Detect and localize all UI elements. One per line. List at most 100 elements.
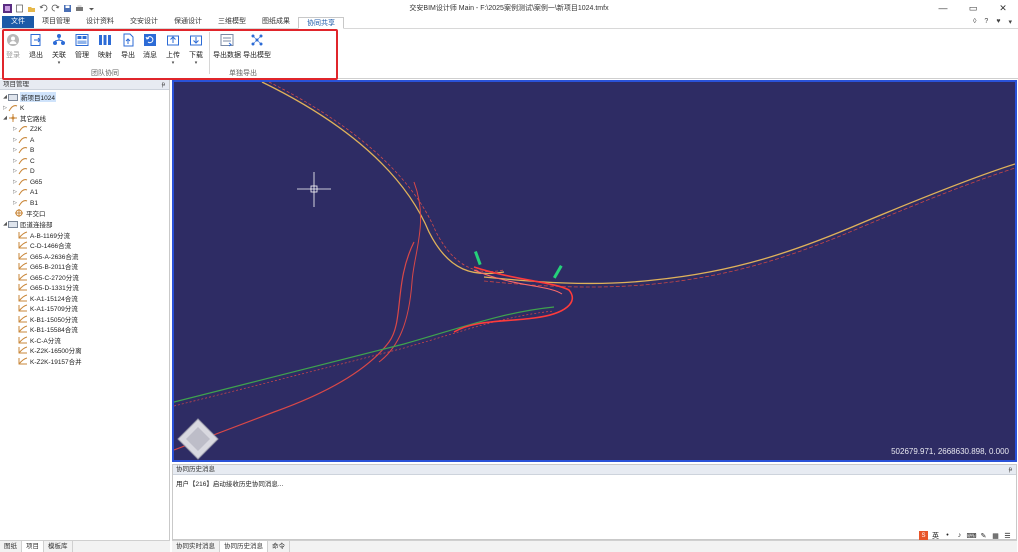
tab-realtime-messages[interactable]: 协同实时消息 bbox=[172, 541, 220, 552]
road-line bbox=[483, 167, 1015, 288]
upload-button[interactable]: 上传 ▾ bbox=[162, 33, 184, 66]
tree-item-ramp[interactable]: G65-A-2636合流 bbox=[18, 251, 78, 261]
skin-icon[interactable]: ✎ bbox=[979, 531, 988, 540]
upload-caret-icon: ▾ bbox=[171, 60, 175, 66]
tab-design-data[interactable]: 设计资料 bbox=[78, 16, 122, 28]
associate-button[interactable]: 关联 ▾ bbox=[48, 33, 70, 66]
tab-template-library[interactable]: 模板库 bbox=[44, 541, 73, 552]
logout-button[interactable]: 退出 bbox=[25, 33, 47, 60]
tree-item-z2k[interactable]: ▷ Z2K bbox=[12, 124, 42, 134]
tab-command[interactable]: 命令 bbox=[268, 541, 290, 552]
tab-history-messages[interactable]: 协同历史消息 bbox=[220, 541, 268, 552]
tree-item-ramp[interactable]: K-A1-15709分流 bbox=[18, 303, 78, 313]
tree-item-label: B1 bbox=[30, 199, 38, 207]
mapping-icon bbox=[99, 35, 111, 45]
export-data-button[interactable]: 导出数据 bbox=[213, 33, 241, 60]
export-model-button[interactable]: 导出模型 bbox=[243, 33, 271, 60]
tree-item-c[interactable]: ▷ C bbox=[12, 156, 35, 166]
tree-item-g65[interactable]: ▷ G65 bbox=[12, 177, 42, 187]
tree-item-ramp[interactable]: K-Z2K-16500分离 bbox=[18, 345, 82, 355]
tree-item-label: K-A1-15709分流 bbox=[30, 306, 78, 313]
pin-icon[interactable]: ᵽ bbox=[1009, 465, 1012, 475]
manage-button[interactable]: 管理 bbox=[71, 33, 93, 60]
tab-collaboration[interactable]: 协同共享 bbox=[298, 17, 344, 29]
project-panel: 项目管理 ᵽ ◢ 新项目1024 ▷ K ◢ 其它路线 ▷ Z2K ▷ A ▷ … bbox=[0, 80, 170, 540]
sogou-ime-icon[interactable]: S bbox=[919, 531, 928, 540]
road-line bbox=[483, 163, 1015, 285]
minimize-button[interactable]: — bbox=[928, 0, 958, 16]
tree-item-ramp[interactable]: K-C-A分流 bbox=[18, 335, 61, 345]
tree-item-ramp[interactable]: K-A1-15124合流 bbox=[18, 293, 78, 303]
model-viewport[interactable]: 502679.971, 2668630.898, 0.000 bbox=[172, 80, 1017, 462]
tree-item-a1[interactable]: ▷ A1 bbox=[12, 187, 38, 197]
tree-item-ramp[interactable]: K-B1-15050分流 bbox=[18, 314, 78, 324]
punctuation-icon[interactable]: • bbox=[943, 531, 952, 540]
road-line bbox=[174, 241, 415, 451]
ribbon-collapse-icon[interactable]: ▾ bbox=[1008, 18, 1012, 26]
download-button[interactable]: 下载 ▾ bbox=[185, 33, 207, 66]
ramp-icon bbox=[18, 262, 28, 270]
tree-item-label: K-Z2K-19157合并 bbox=[30, 359, 82, 366]
route-icon bbox=[18, 158, 28, 165]
intersection-icon bbox=[15, 209, 23, 217]
route-icon bbox=[18, 126, 28, 133]
tree-item-root[interactable]: ◢ 新项目1024 bbox=[2, 92, 56, 102]
message-button[interactable]: 消息 bbox=[139, 33, 161, 60]
tab-traffic-safety-design[interactable]: 交安设计 bbox=[122, 16, 166, 28]
tab-drawing[interactable]: 图纸 bbox=[0, 541, 22, 552]
tree-item-ramp[interactable]: G65-B-2011合流 bbox=[18, 261, 78, 271]
tree-item-other-routes[interactable]: ◢ 其它路线 bbox=[2, 113, 46, 123]
tree-item-ramp-connections[interactable]: ◢ 匝道连接部 bbox=[2, 219, 53, 229]
tree-item-ramp[interactable]: G65-D-1331分流 bbox=[18, 282, 79, 292]
route-icon bbox=[18, 147, 28, 154]
left-panel-tabs: 图纸 项目 模板库 bbox=[0, 540, 170, 552]
close-button[interactable]: ✕ bbox=[988, 0, 1018, 16]
tree-item-k[interactable]: ▷ K bbox=[2, 103, 24, 113]
route-icon bbox=[18, 189, 28, 196]
project-panel-header: 项目管理 ᵽ bbox=[0, 80, 169, 90]
ramp-icon bbox=[18, 231, 28, 239]
style-icon[interactable]: ◊ bbox=[973, 18, 976, 26]
view-cube[interactable] bbox=[177, 418, 219, 460]
tab-file[interactable]: 文件 bbox=[2, 16, 34, 28]
tree-item-b1[interactable]: ▷ B1 bbox=[12, 198, 38, 208]
settings-icon[interactable]: ☰ bbox=[1003, 531, 1012, 540]
tree-item-b[interactable]: ▷ B bbox=[12, 145, 34, 155]
tree-item-ramp[interactable]: C-D-1466合流 bbox=[18, 240, 71, 250]
maximize-button[interactable]: ▭ bbox=[958, 0, 988, 16]
toolbox-icon[interactable]: ▦ bbox=[991, 531, 1000, 540]
tree-item-label: K-B1-15584合流 bbox=[30, 327, 78, 334]
title-bar: 交安BIM设计师 Main - F:\2025案例测试\案例一\新项目1024.… bbox=[0, 0, 1018, 16]
tree-item-ramp[interactable]: K-Z2K-19157合并 bbox=[18, 356, 82, 366]
road-line bbox=[174, 310, 555, 407]
tree-item-intersection[interactable]: 平交口 bbox=[8, 208, 46, 218]
tree-item-ramp[interactable]: G65-C-2720分流 bbox=[18, 272, 79, 282]
keyboard-icon[interactable]: ⌨ bbox=[966, 531, 976, 540]
login-button[interactable]: 登录 bbox=[2, 33, 24, 60]
tab-traffic-maintenance-design[interactable]: 保通设计 bbox=[166, 16, 210, 28]
ramp-icon bbox=[18, 283, 28, 291]
export-data-label: 导出数据 bbox=[213, 52, 241, 59]
tree-item-ramp[interactable]: A-B-1169分流 bbox=[18, 230, 70, 240]
road-line bbox=[268, 82, 505, 273]
mapping-button[interactable]: 映射 bbox=[94, 33, 116, 60]
ramp-icon bbox=[18, 304, 28, 312]
login-label: 登录 bbox=[6, 52, 20, 59]
tab-3d-model[interactable]: 三维模型 bbox=[210, 16, 254, 28]
tab-project-management[interactable]: 项目管理 bbox=[34, 16, 78, 28]
tree-item-ramp[interactable]: K-B1-15584合流 bbox=[18, 324, 78, 334]
tab-project[interactable]: 项目 bbox=[22, 541, 44, 552]
export-button[interactable]: 导出 bbox=[117, 33, 139, 60]
tree-item-d[interactable]: ▷ D bbox=[12, 166, 35, 176]
tree-item-a[interactable]: ▷ A bbox=[12, 135, 34, 145]
tree-item-label: K bbox=[20, 104, 25, 112]
road-line bbox=[261, 82, 505, 275]
favorite-icon[interactable]: ♥ bbox=[996, 18, 1000, 26]
manage-label: 管理 bbox=[75, 52, 89, 59]
ramp-icon bbox=[18, 346, 28, 354]
pin-icon[interactable]: ᵽ bbox=[162, 80, 165, 90]
help-icon[interactable]: ? bbox=[984, 18, 988, 26]
tab-drawing-output[interactable]: 图纸成果 bbox=[254, 16, 298, 28]
ime-mode-label[interactable]: 英 bbox=[931, 531, 940, 540]
microphone-icon[interactable]: ♪ bbox=[955, 531, 964, 540]
